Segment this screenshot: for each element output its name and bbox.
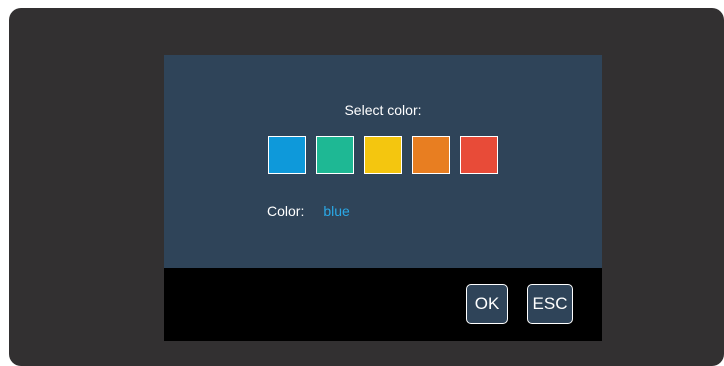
ok-button[interactable]: OK bbox=[466, 284, 508, 324]
swatch-red[interactable] bbox=[460, 136, 498, 174]
swatch-yellow[interactable] bbox=[364, 136, 402, 174]
selected-color-line: Color: blue bbox=[267, 203, 350, 219]
swatch-blue[interactable] bbox=[268, 136, 306, 174]
swatch-row bbox=[268, 136, 498, 174]
selected-color-value: blue bbox=[323, 203, 350, 219]
esc-button[interactable]: ESC bbox=[527, 284, 573, 324]
dialog-prompt: Select color: bbox=[344, 102, 422, 118]
device-frame: Select color: Color: blue OK ESC bbox=[9, 8, 724, 366]
color-picker-dialog: Select color: Color: blue OK ESC bbox=[164, 55, 602, 341]
dialog-body: Select color: Color: blue bbox=[164, 55, 602, 268]
color-label: Color: bbox=[267, 203, 305, 219]
swatch-green[interactable] bbox=[316, 136, 354, 174]
dialog-footer: OK ESC bbox=[164, 268, 602, 341]
swatch-orange[interactable] bbox=[412, 136, 450, 174]
